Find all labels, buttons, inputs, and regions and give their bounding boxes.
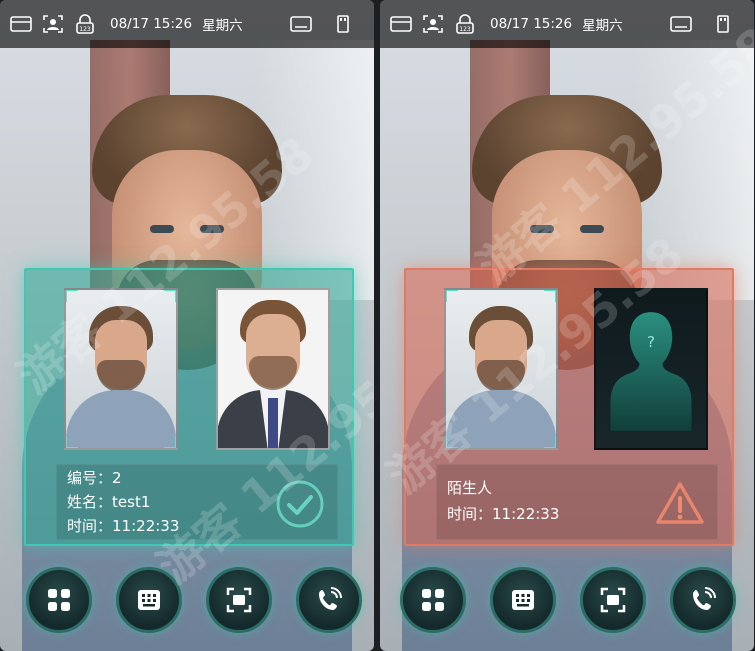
- person-eye: [530, 225, 554, 233]
- svg-text:?: ?: [647, 333, 655, 351]
- registered-photo: [216, 288, 330, 450]
- face-scan-button[interactable]: [580, 567, 646, 633]
- time-label: 时间：: [447, 505, 493, 523]
- call-button[interactable]: [670, 567, 736, 633]
- unknown-person-placeholder: ?: [594, 288, 708, 450]
- password-lock-icon: 123: [454, 14, 476, 34]
- intercom-call-icon: [319, 587, 342, 610]
- menu-button[interactable]: [400, 567, 466, 633]
- usb-icon: [712, 15, 734, 33]
- check-mark-icon: [274, 478, 326, 530]
- card-icon: [10, 15, 32, 33]
- status-datetime: 08/17 15:26: [110, 16, 193, 32]
- keyboard-icon: [290, 15, 312, 33]
- stranger-result-card: ? 陌生人 时间：11:22:33: [404, 268, 734, 546]
- status-datetime: 08/17 15:26: [490, 16, 573, 32]
- id-value: 2: [112, 469, 122, 487]
- name-label: 姓名：: [67, 493, 113, 511]
- warning-icon: [654, 478, 706, 530]
- person-eye: [200, 225, 224, 233]
- keyboard-icon: [670, 15, 692, 33]
- name-value: test1: [112, 493, 151, 511]
- person-eye: [580, 225, 604, 233]
- keypad-icon: [512, 590, 534, 610]
- face-scan-icon: [226, 587, 252, 613]
- status-bar: 123 08/17 15:26 星期六: [0, 0, 374, 48]
- face-recognition-screen-matched: 123 08/17 15:26 星期六 编号：2 姓名：test1 时间：11:…: [0, 0, 374, 651]
- person-eye: [150, 225, 174, 233]
- grid-menu-icon: [422, 589, 444, 611]
- status-weekday: 星期六: [582, 18, 623, 34]
- face-scan-icon: [600, 587, 626, 613]
- svg-text:123: 123: [79, 26, 91, 33]
- unknown-person-icon: ?: [610, 312, 692, 431]
- status-weekday: 星期六: [202, 18, 243, 34]
- keypad-icon: [138, 590, 160, 610]
- time-value: 11:22:33: [112, 517, 180, 535]
- call-button[interactable]: [296, 567, 362, 633]
- match-result-card: 编号：2 姓名：test1 时间：11:22:33: [24, 268, 354, 546]
- captured-photo: [444, 288, 558, 450]
- captured-photo: [64, 288, 178, 450]
- time-value: 11:22:33: [492, 505, 560, 523]
- menu-button[interactable]: [26, 567, 92, 633]
- svg-text:123: 123: [459, 26, 471, 33]
- face-scan-button[interactable]: [206, 567, 272, 633]
- keypad-button[interactable]: [490, 567, 556, 633]
- keypad-button[interactable]: [116, 567, 182, 633]
- status-bar: 123 08/17 15:26 星期六: [380, 0, 754, 48]
- face-id-icon: [42, 15, 64, 33]
- face-id-icon: [422, 15, 444, 33]
- password-lock-icon: 123: [74, 14, 96, 34]
- face-recognition-screen-stranger: 123 08/17 15:26 星期六 ? 陌生人 时间：11:22:33: [380, 0, 754, 651]
- intercom-call-icon: [693, 587, 716, 610]
- id-label: 编号：: [67, 469, 113, 487]
- stranger-label: 陌生人: [447, 479, 493, 497]
- grid-menu-icon: [48, 589, 70, 611]
- time-label: 时间：: [67, 517, 113, 535]
- usb-icon: [332, 15, 354, 33]
- card-icon: [390, 15, 412, 33]
